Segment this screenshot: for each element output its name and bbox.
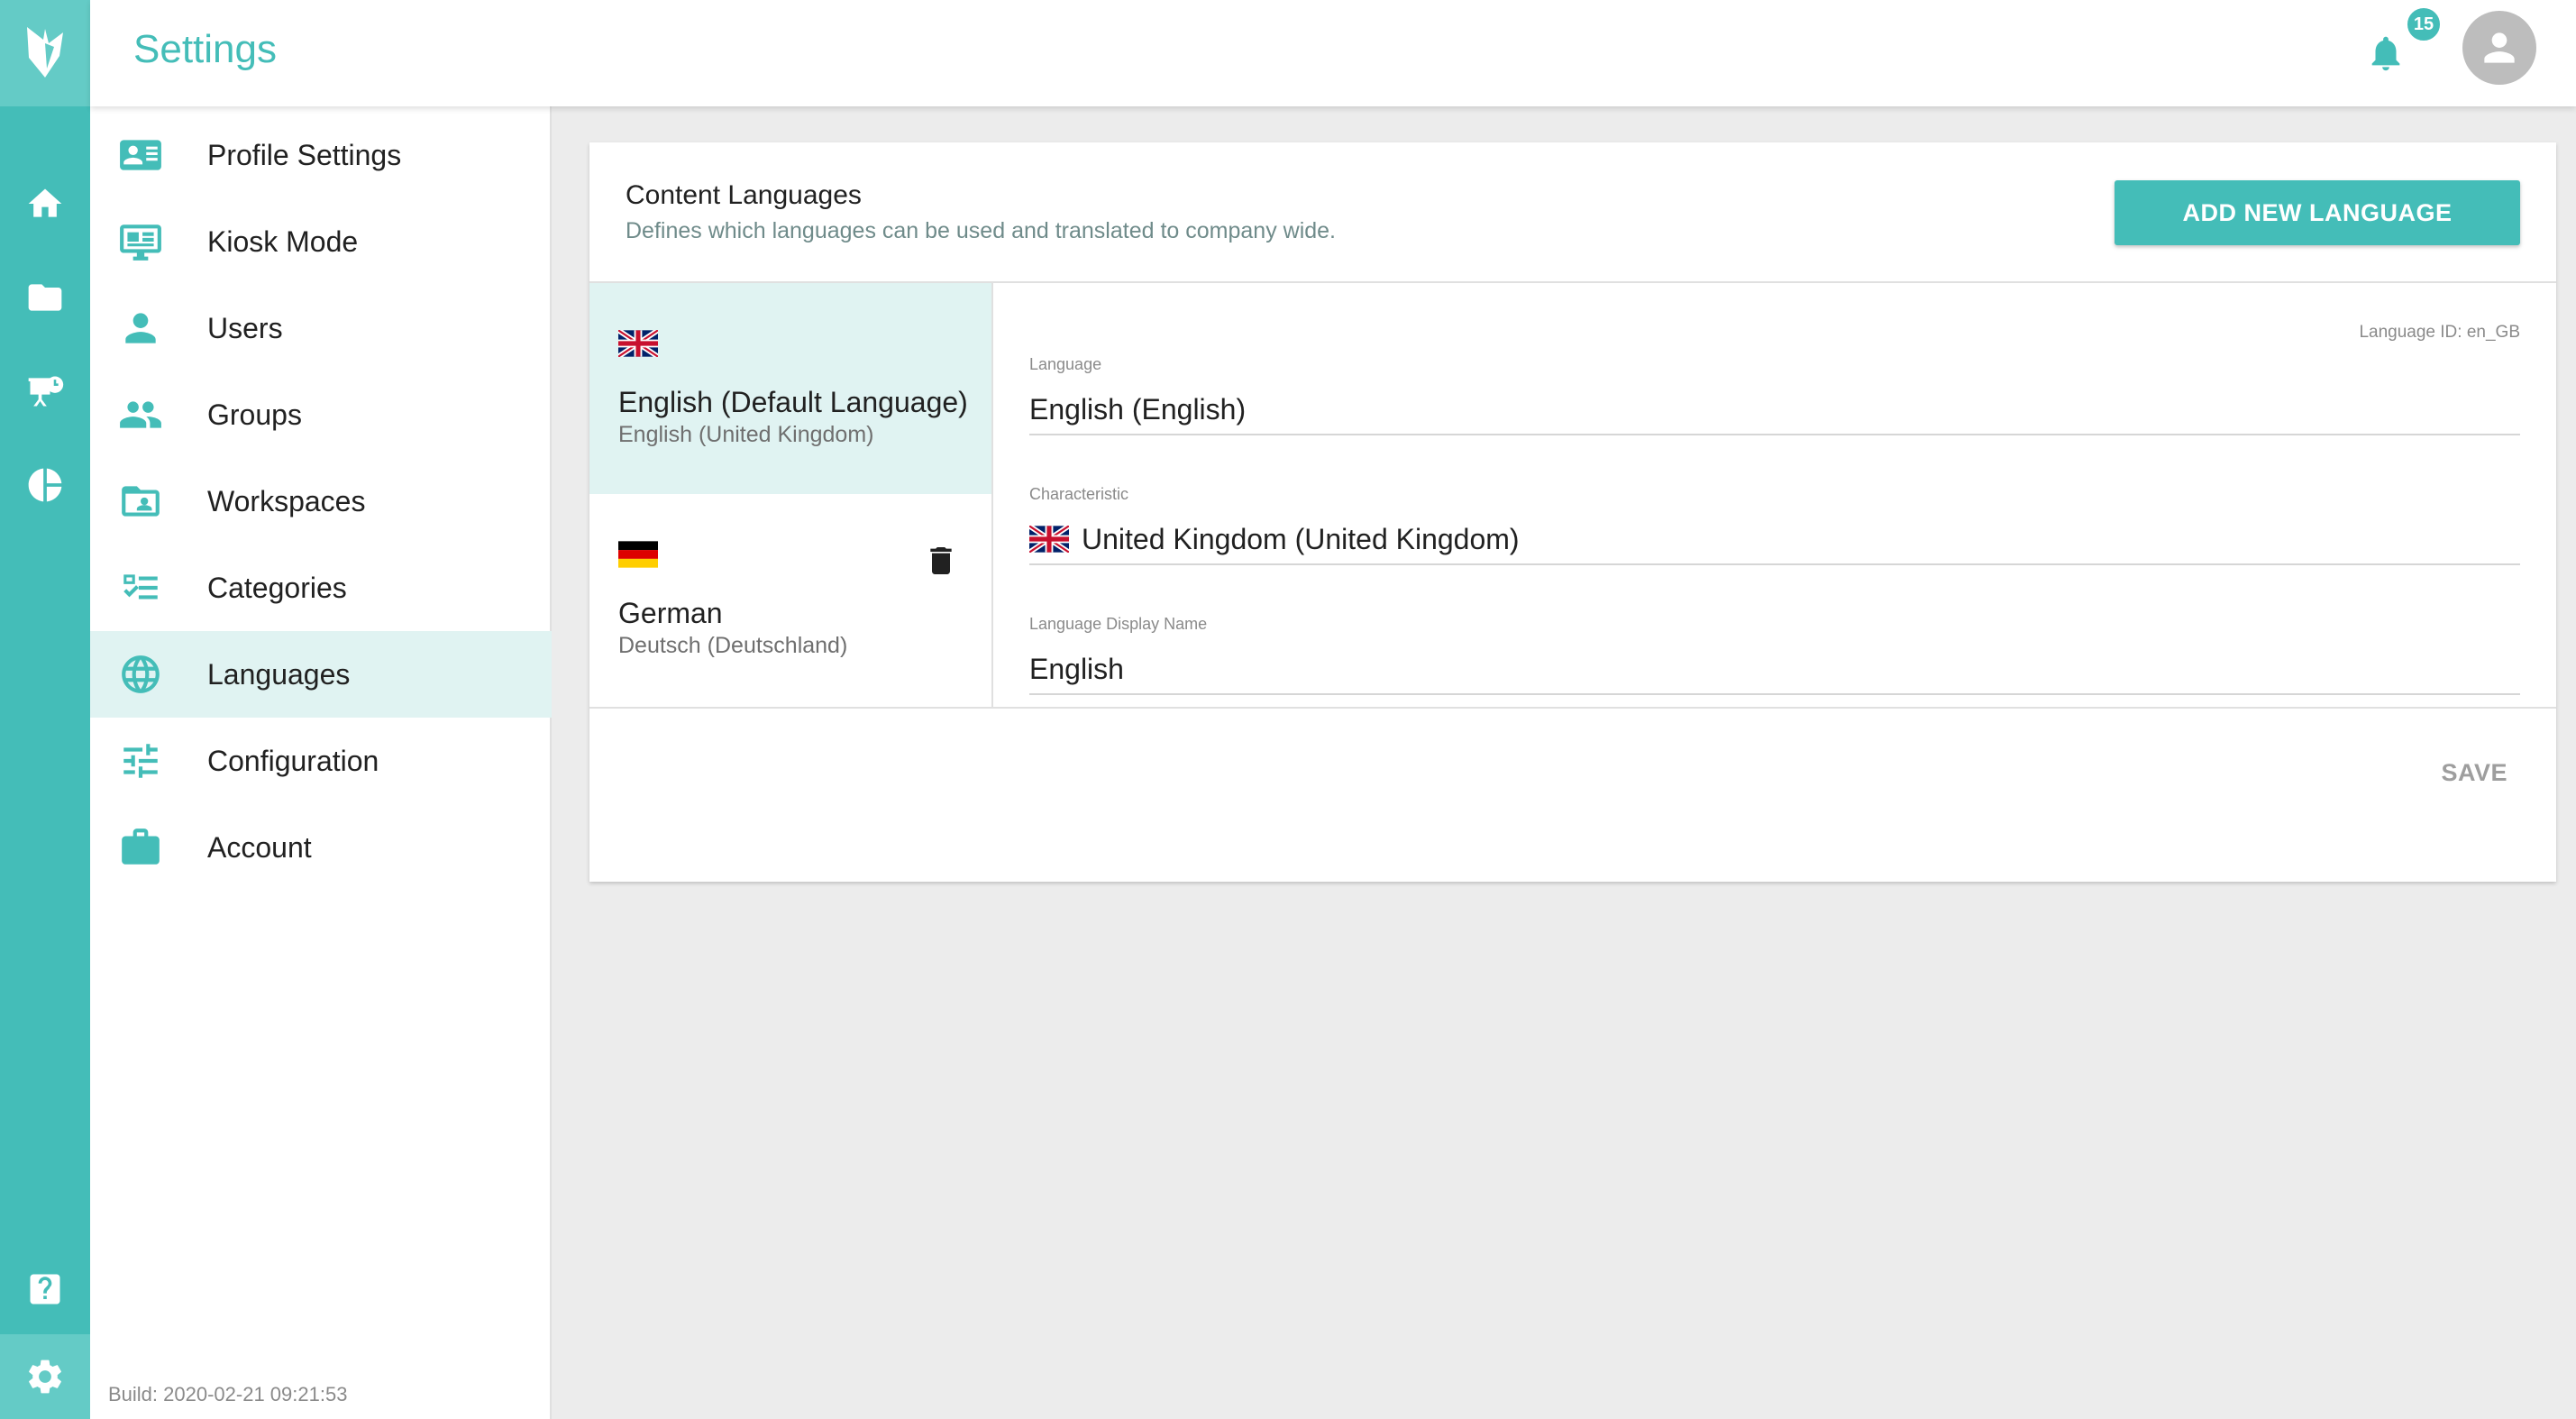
characteristic-field[interactable]: Characteristic United Kingdom (United Ki… (1029, 485, 2520, 565)
uk-flag-icon (1029, 526, 1069, 553)
nav-item-categories[interactable]: Categories (90, 545, 552, 631)
nav-item-configuration[interactable]: Configuration (90, 718, 552, 804)
nav-label: Configuration (207, 744, 379, 777)
notification-badge: 15 (2405, 5, 2443, 43)
save-button[interactable]: SAVE (2441, 759, 2507, 787)
language-name: English (Default Language) (618, 386, 968, 418)
page-title: Settings (133, 27, 277, 71)
field-value: United Kingdom (United Kingdom) (1082, 522, 1520, 555)
nav-item-profile-settings[interactable]: Profile Settings (90, 112, 552, 198)
nav-label: Account (207, 830, 312, 864)
content-languages-card: Content Languages Defines which language… (589, 142, 2556, 882)
card-subtitle: Defines which languages can be used and … (626, 218, 1337, 243)
briefcase-icon (115, 822, 166, 873)
user-avatar-icon (2484, 32, 2515, 63)
checklist-icon (115, 563, 166, 613)
display-name-input[interactable]: English (1029, 650, 2520, 695)
characteristic-select[interactable]: United Kingdom (United Kingdom) (1029, 520, 2520, 565)
field-value: English (English) (1029, 392, 1247, 426)
help-icon[interactable] (0, 1253, 90, 1325)
gear-icon[interactable] (0, 1334, 90, 1419)
nav-label: Languages (207, 657, 351, 691)
language-native-name: English (United Kingdom) (618, 422, 874, 447)
card-header: Content Languages Defines which language… (589, 142, 2556, 283)
uk-flag-icon (618, 330, 658, 357)
nav-item-users[interactable]: Users (90, 285, 552, 371)
top-bar: Settings (90, 0, 2576, 106)
nav-label: Categories (207, 571, 347, 604)
language-list: English (Default Language) English (Unit… (589, 283, 993, 707)
language-id: Language ID: en_GB (2359, 323, 2520, 342)
avatar[interactable] (2462, 11, 2536, 85)
field-label: Language Display Name (1029, 615, 1208, 633)
profile-card-icon (115, 130, 166, 180)
nav-label: Users (207, 311, 283, 344)
nav-item-workspaces[interactable]: Workspaces (90, 458, 552, 545)
field-label: Characteristic (1029, 485, 1129, 503)
language-field[interactable]: Language English (English) (1029, 355, 2520, 435)
folder-icon[interactable] (0, 261, 90, 334)
nav-label: Kiosk Mode (207, 224, 359, 258)
language-name: German (618, 597, 723, 629)
field-label: Language (1029, 355, 1102, 373)
add-new-language-button[interactable]: ADD NEW LANGUAGE (2115, 180, 2520, 245)
nav-label: Groups (207, 398, 302, 431)
settings-nav: Profile Settings Kiosk Mode Users Groups… (90, 106, 552, 1419)
language-list-item-german[interactable]: German Deutsch (Deutschland) (589, 494, 991, 705)
monitor-icon (115, 216, 166, 267)
nav-label: Workspaces (207, 484, 366, 517)
language-detail: Language ID: en_GB Language English (Eng… (993, 283, 2556, 707)
card-title: Content Languages (626, 180, 862, 210)
presentation-icon[interactable] (0, 355, 90, 427)
workspace-folder-icon (115, 476, 166, 526)
card-footer: SAVE (589, 707, 2556, 882)
notifications-button[interactable] (2365, 25, 2412, 79)
language-list-item-english[interactable]: English (Default Language) English (Unit… (589, 283, 991, 494)
sliders-icon (115, 736, 166, 786)
logo-icon[interactable] (0, 0, 90, 106)
globe-icon (115, 649, 166, 700)
icon-rail (0, 0, 90, 1419)
user-icon (115, 303, 166, 353)
nav-item-account[interactable]: Account (90, 804, 552, 891)
nav-item-kiosk-mode[interactable]: Kiosk Mode (90, 198, 552, 285)
language-select[interactable]: English (English) (1029, 390, 2520, 435)
nav-item-languages[interactable]: Languages (90, 631, 552, 718)
delete-language-button[interactable] (923, 541, 959, 581)
pie-chart-icon[interactable] (0, 449, 90, 521)
nav-label: Profile Settings (207, 138, 402, 171)
field-value: English (1029, 652, 1124, 685)
build-info: Build: 2020-02-21 09:21:53 (108, 1383, 348, 1405)
home-icon[interactable] (0, 168, 90, 240)
group-icon (115, 389, 166, 440)
nav-item-groups[interactable]: Groups (90, 371, 552, 458)
germany-flag-icon (618, 541, 658, 568)
display-name-field[interactable]: Language Display Name English (1029, 615, 2520, 695)
bell-icon (2371, 36, 2400, 71)
trash-icon (930, 547, 952, 574)
language-native-name: Deutsch (Deutschland) (618, 633, 848, 658)
